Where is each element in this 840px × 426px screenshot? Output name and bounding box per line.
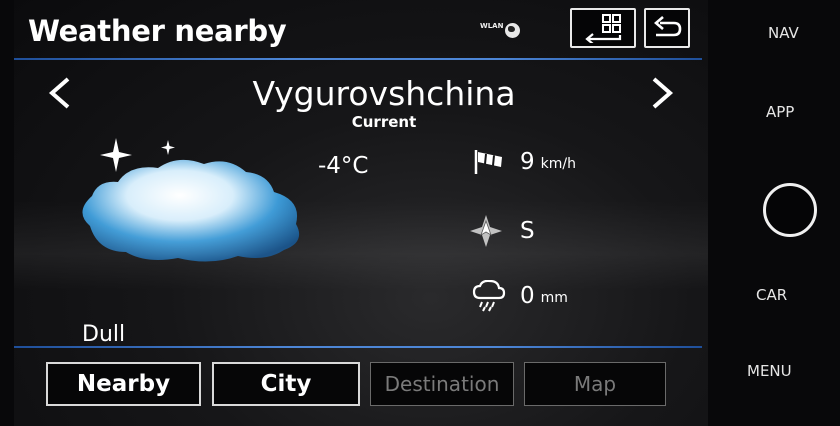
cloudy-night-icon — [82, 138, 300, 262]
wlan-status: WLAN — [480, 18, 521, 42]
back-button[interactable] — [644, 8, 690, 48]
temperature-value: -4°C — [318, 153, 369, 179]
wind-speed: 9 km/h — [472, 148, 576, 176]
compass-icon — [470, 215, 502, 247]
tab-map[interactable]: Map — [524, 362, 666, 406]
header-divider — [14, 58, 702, 60]
chevron-right-icon — [652, 77, 674, 109]
footer-divider — [14, 346, 702, 348]
next-location-button[interactable] — [650, 76, 676, 117]
rain-cloud-icon — [472, 280, 506, 312]
chevron-left-icon — [48, 77, 70, 109]
windsock-icon — [474, 150, 502, 174]
wind-speed-unit: km/h — [540, 156, 576, 172]
location-name: Vygurovshchina — [252, 74, 516, 113]
wind-direction: S — [466, 213, 535, 249]
wind-speed-value: 9 — [520, 149, 535, 175]
wind-direction-value: S — [520, 218, 535, 244]
page-title: Weather nearby — [28, 14, 287, 48]
tab-nearby-label: Nearby — [76, 371, 171, 397]
precipitation: 0 mm — [472, 280, 568, 312]
weather-screen: Weather nearby WLAN Vygurovshchina Curre… — [14, 0, 708, 426]
menu-grid-button[interactable] — [570, 8, 636, 48]
tab-map-label: Map — [573, 372, 617, 396]
precipitation-unit: mm — [540, 290, 568, 306]
tab-city-label: City — [260, 371, 312, 397]
car-hardware-button[interactable]: CAR — [756, 286, 787, 304]
menu-hardware-button[interactable]: MENU — [747, 362, 792, 380]
previous-location-button[interactable] — [46, 76, 72, 117]
globe-icon — [505, 22, 521, 38]
precipitation-value: 0 — [520, 283, 535, 309]
tab-destination-label: Destination — [384, 372, 500, 396]
weather-condition: Dull — [82, 322, 126, 347]
nav-hardware-button[interactable]: NAV — [768, 24, 799, 42]
tab-nearby[interactable]: Nearby — [46, 362, 201, 406]
app-hardware-button[interactable]: APP — [766, 103, 794, 121]
back-arrow-icon — [654, 16, 682, 37]
tab-destination[interactable]: Destination — [370, 362, 514, 406]
wlan-label: WLAN — [480, 22, 504, 30]
home-hardware-button[interactable] — [763, 183, 817, 237]
location-subtitle: Current — [351, 113, 417, 131]
grid-menu-icon — [585, 14, 622, 43]
tab-city[interactable]: City — [212, 362, 360, 406]
